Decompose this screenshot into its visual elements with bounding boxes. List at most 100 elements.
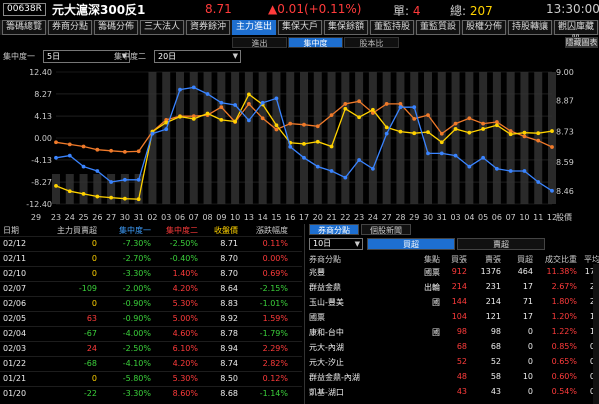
table-cell: 0.69% [262,269,288,278]
tab-item[interactable]: 三大法人 [140,20,184,35]
tab-item[interactable]: 觀囚庫藏股 [554,20,598,45]
volume-bar [65,174,74,204]
tab-item[interactable]: 董監質設 [416,20,460,35]
tab-item[interactable]: 資券餘沖 [186,20,230,35]
series-point [136,149,141,154]
broker-cell: 國 [432,328,440,337]
header-cell[interactable]: 漲跌幅度 [256,225,288,236]
broker-row[interactable]: 康和-台中國989801.22%1.. [305,325,599,340]
broker-row[interactable]: 群益金鼎出輪214231172.67%2.. [305,280,599,295]
buy-over-button[interactable]: 買超 [367,238,455,250]
hide-chart-button[interactable]: 隱藏圖表 [565,37,598,48]
broker-cell: 1.22% [551,327,577,336]
broker-cell: 2.67% [551,282,577,291]
table-cell: 8.68 [220,389,238,398]
stock-code-box[interactable]: 00638R [3,3,46,16]
quote-time: 13:30:00 [546,2,599,16]
table-cell: 1.40% [172,269,198,278]
table-row[interactable]: 02/10 0 -3.30% 1.40% 8.70 0.69% [0,266,302,281]
header-cell[interactable]: 日期 [3,225,19,236]
table-cell: -2.50% [122,344,151,353]
table-row[interactable]: 01/21 0 -5.80% 5.30% 8.50 0.12% [0,371,302,386]
series-point [122,196,127,201]
tab-item[interactable]: 券商分點 [48,20,92,35]
tab-item[interactable]: 主力進出 [232,20,276,35]
tab-broker-branch[interactable]: 券商分點 [309,224,359,235]
broker-cell: 68 [456,342,467,351]
series-point [260,116,265,121]
table-row[interactable]: 02/12 0 -7.30% -2.50% 8.71 0.11% [0,236,302,251]
table-row[interactable]: 02/11 0 -2.70% -0.40% 8.70 0.00% [0,251,302,266]
broker-row[interactable]: 玉山-豐美國144214711.80%2.. [305,295,599,310]
table-cell: 63 [86,314,97,323]
series-point [233,103,238,107]
period-select[interactable]: 10日 ▼ [309,238,363,250]
subtab-concentration[interactable]: 集中度 [288,37,343,48]
table-cell: -2.00% [122,284,151,293]
broker-header-cell[interactable]: 成交比重 [545,254,577,265]
tab-stock-news[interactable]: 個股新聞 [361,224,411,235]
broker-row[interactable]: 元大-汐止525200.65%0.. [305,355,599,370]
concentration2-select[interactable]: 20日 ▼ [154,50,241,63]
broker-row[interactable]: 群益金鼎-內湖4858100.60%0.. [305,370,599,385]
x-tick-label: 10 [519,213,529,222]
broker-header-cell[interactable]: 買張 [451,254,467,265]
series-point [233,119,238,124]
broker-cell: 元大-內湖 [309,343,344,352]
broker-row[interactable]: 兆豐 國票 912 1376 464 11.38% 17.. [305,265,599,280]
broker-cell: 玉山-豐美 [309,298,344,307]
tab-item[interactable]: 股權分佈 [462,20,506,35]
broker-row[interactable]: 凱基-湖口434300.54%0.. [305,385,599,400]
concentration-table: 日期 主力買賣超 集中度一 集中度二 收盤價 漲跌幅度 02/12 0 -7.30% -2.50… [0,224,302,404]
table-row[interactable]: 02/07 -109 -2.00% 4.20% 8.64 -2.15% [0,281,302,296]
subtab-in-out[interactable]: 進出 [232,37,287,48]
tab-item[interactable]: 集保餘額 [324,20,368,35]
broker-cell: 17 [522,282,533,291]
sell-over-button[interactable]: 賣超 [457,238,545,250]
header-cell[interactable]: 集中度二 [166,225,198,236]
table-row[interactable]: 02/04 -67 -4.00% 4.60% 8.78 -1.79% [0,326,302,341]
table-cell: -1.79% [259,329,288,338]
table-cell: 6.10% [172,344,198,353]
app-window: 00638R 元大滬深300反1 8.71 ▲0.01(+0.11%) 單: 4… [0,0,599,404]
x-tick-label: 07 [189,213,199,222]
tab-item[interactable]: 籌碼總覽 [2,20,46,35]
broker-header-cell[interactable]: 集點 [424,254,440,265]
broker-cell: 康和-台中 [309,328,344,337]
series-point [54,155,58,160]
broker-cell: 144 [451,297,467,306]
tab-item[interactable]: 集保大戶 [278,20,322,35]
table-row[interactable]: 02/03 24 -2.50% 6.10% 8.94 2.29% [0,341,302,356]
broker-cell: 元大-汐止 [309,358,344,367]
header-cell[interactable]: 收盤價 [214,225,238,236]
table-cell: 1.59% [262,314,288,323]
subtab-capital-ratio[interactable]: 股本比 [344,37,399,48]
series-point [453,127,458,131]
broker-header-cell[interactable]: 買超 [517,254,533,265]
broker-header-cell[interactable]: 券商分點 [309,254,341,265]
x-tick-label: 31 [437,213,447,222]
tab-item[interactable]: 籌碼分佈 [94,20,138,35]
table-row[interactable]: 01/22 -68 -4.10% 4.20% 8.74 2.82% [0,356,302,371]
tab-item[interactable]: 董監持股 [370,20,414,35]
series-point [178,87,182,92]
table-row[interactable]: 02/06 0 -0.90% 5.30% 8.83 -1.01% [0,296,302,311]
x-tick-label: 14 [258,213,268,222]
table-row[interactable]: 01/20 -22 -3.30% 8.60% 8.68 -1.14% [0,386,302,401]
header-cell[interactable]: 集中度一 [119,225,151,236]
broker-header-cell[interactable]: 賣張 [485,254,501,265]
x-tick-label: 04 [464,213,474,222]
table-cell: 02/10 [3,269,27,278]
tab-item[interactable]: 持股轉讓 [508,20,552,35]
series-point [54,184,58,188]
broker-row[interactable]: 國票104121171.20%1.. [305,310,599,325]
vertical-scrollbar[interactable] [593,264,599,404]
series-point [357,115,362,120]
series-point [439,131,444,136]
table-row[interactable]: 02/05 63 -0.90% 5.00% 8.92 1.59% [0,311,302,326]
header-cell[interactable]: 主力買賣超 [57,225,97,236]
broker-cell: 0.65% [551,357,577,366]
x-tick-label: 29 [31,213,41,222]
broker-cell: 0.54% [551,387,577,396]
broker-row[interactable]: 元大-內湖686800.85%0.. [305,340,599,355]
